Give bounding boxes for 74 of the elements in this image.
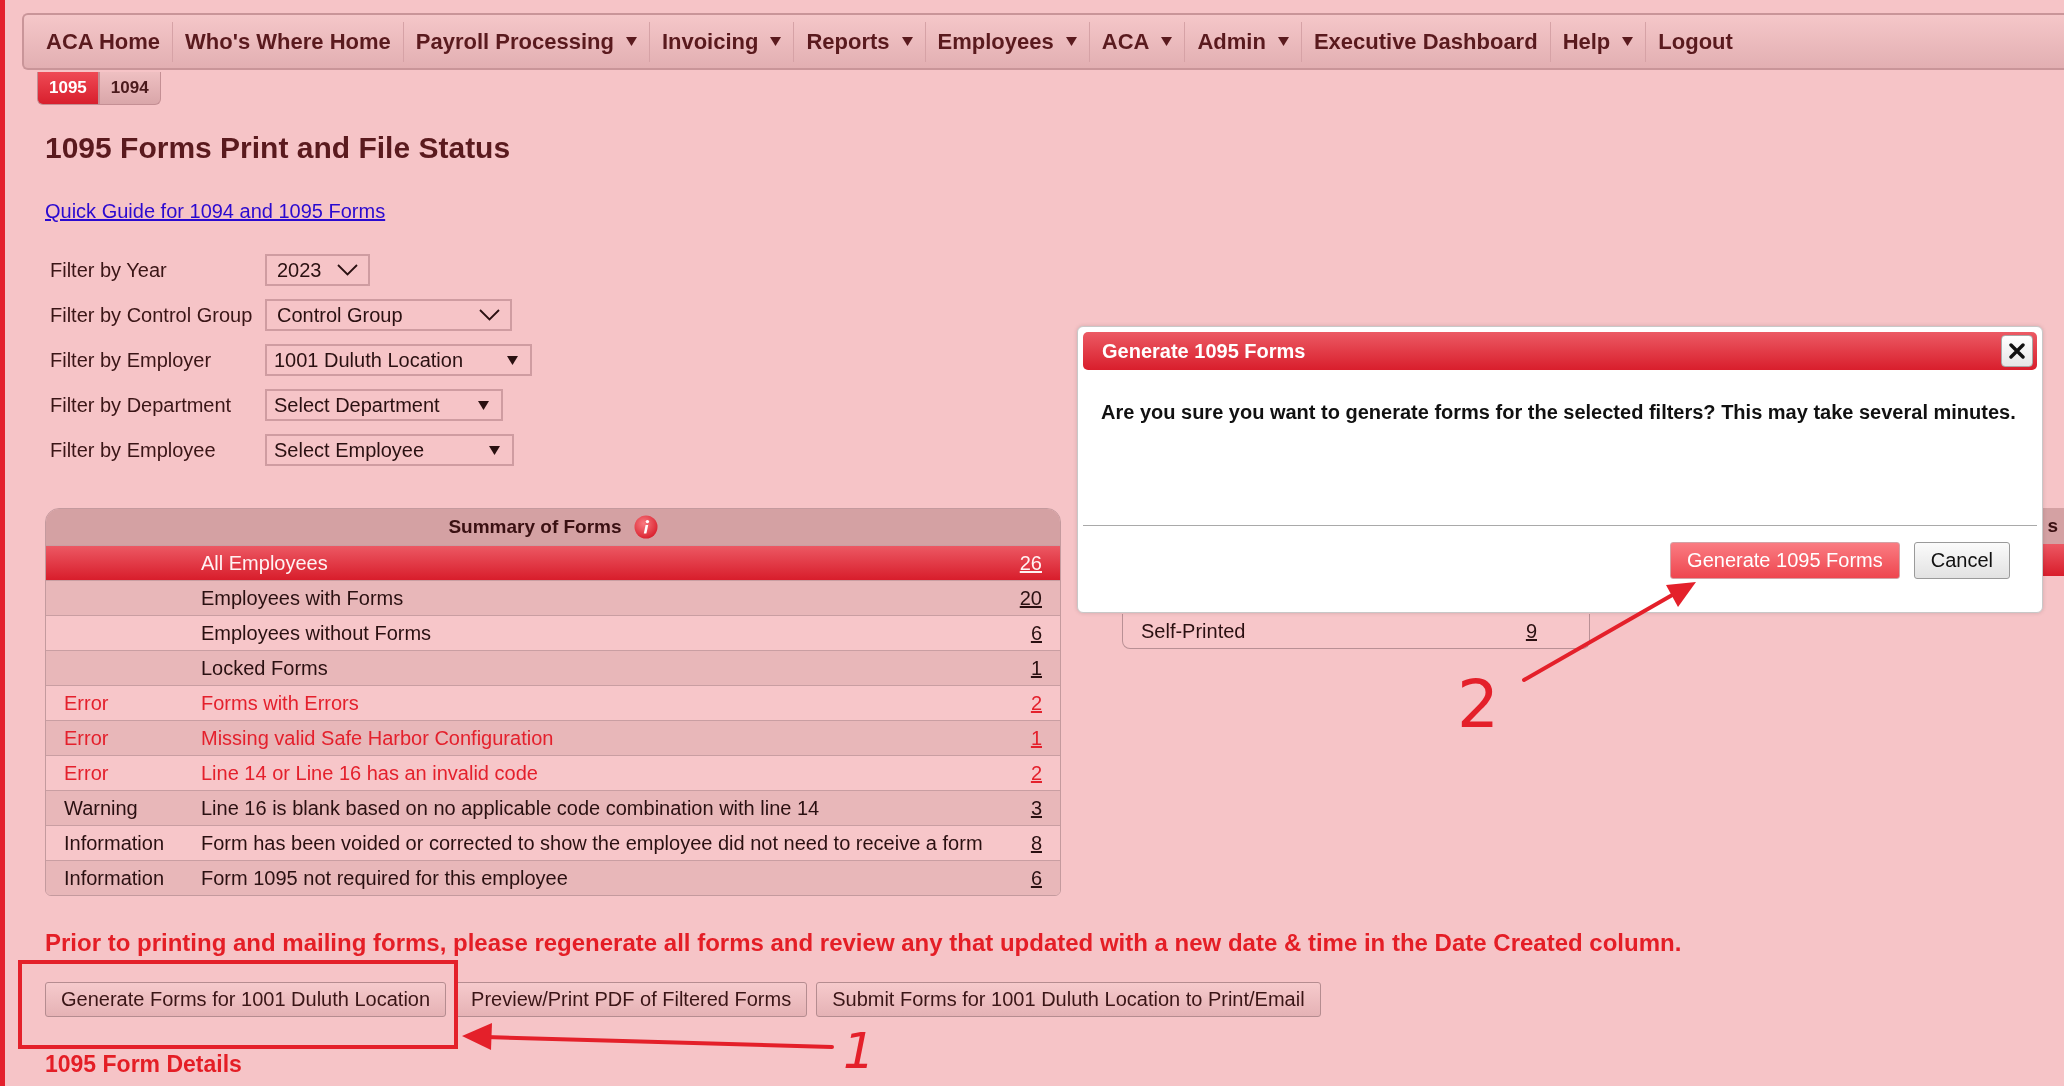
close-button[interactable] — [2001, 335, 2033, 367]
filter-select[interactable]: Select Department — [265, 389, 503, 421]
guide-link[interactable]: Quick Guide for 1094 and 1095 Forms — [45, 200, 386, 223]
caret-icon — [478, 400, 489, 410]
form-tab[interactable]: 1095 — [37, 72, 99, 105]
cancel-button[interactable]: Cancel — [1913, 542, 2010, 579]
row-category: Information — [64, 831, 166, 855]
row-label: Employees with Forms — [201, 586, 405, 610]
form-tab[interactable]: 1094 — [98, 72, 161, 105]
caret-icon — [489, 445, 500, 455]
menu-item[interactable]: Who's Where Home — [172, 21, 403, 62]
count-link[interactable]: 1 — [1030, 656, 1042, 680]
menu-item[interactable]: Help — [1549, 21, 1646, 62]
annotation-number: 1 — [843, 1026, 875, 1076]
selected-summary-row[interactable]: All Employees 26 — [46, 545, 1060, 580]
chevron-down-icon — [337, 264, 358, 276]
menu-item[interactable]: Invoicing — [648, 21, 794, 62]
dialog-title: Generate 1095 Forms — [1102, 339, 1306, 363]
filter-select[interactable]: Select Employee — [265, 434, 514, 466]
row-label: All Employees — [201, 551, 329, 575]
row-label: Line 14 or Line 16 has an invalid code — [201, 761, 539, 785]
filter-label: Filter by Year — [49, 258, 168, 282]
chevron-down-icon — [479, 309, 500, 321]
menu-item[interactable]: Payroll Processing — [402, 21, 649, 62]
filter-select[interactable]: 1001 Duluth Location — [265, 344, 532, 376]
count-link[interactable]: 20 — [1019, 586, 1042, 610]
dialog-message: Are you sure you want to generate forms for the selected filters? This may take several minutes. — [1101, 401, 2016, 424]
row-category: Error — [64, 761, 110, 785]
row-category: Error — [64, 726, 110, 750]
menu-item[interactable]: ACA Home — [34, 21, 173, 62]
row-label: Employees without Forms — [201, 621, 433, 645]
menu-item[interactable]: Logout — [1645, 21, 1745, 62]
count-link[interactable]: 26 — [1019, 551, 1042, 575]
action-button[interactable]: Submit Forms for 1001 Duluth Location to Print/Email — [816, 982, 1321, 1017]
summary-row[interactable]: Locked Forms 1 — [46, 650, 1060, 685]
close-icon — [2009, 343, 2025, 359]
menu-item[interactable]: Admin — [1184, 21, 1301, 62]
row-label: Form has been voided or corrected to show the employee did not need to receive a form — [201, 831, 984, 855]
summary-row[interactable]: Employees with Forms 20 — [46, 580, 1060, 615]
filter-label: Filter by Department — [49, 393, 233, 417]
summary-row[interactable]: Information Form 1095 not required for this employee 6 — [46, 860, 1060, 895]
info-icon — [633, 515, 658, 539]
panel-title: Summary of Forms — [448, 516, 622, 538]
row-label: Forms with Errors — [201, 691, 360, 715]
row-category: Error — [64, 691, 110, 715]
menu-item[interactable]: Employees — [924, 21, 1089, 62]
annotation-number: 2 — [1457, 672, 1499, 738]
filter-label: Filter by Control Group — [49, 303, 254, 327]
row-label: Line 16 is blank based on no applicable code combination with line 14 — [201, 796, 821, 820]
menu-item[interactable]: ACA — [1088, 21, 1185, 62]
filter-label: Filter by Employer — [49, 348, 213, 372]
action-button[interactable]: Preview/Print PDF of Filtered Forms — [455, 982, 808, 1017]
section-title: 1095 Form Details — [45, 1050, 242, 1078]
row-category: Information — [64, 866, 166, 890]
count-link[interactable]: 3 — [1030, 796, 1042, 820]
count-link[interactable]: 9 — [1525, 619, 1537, 643]
row-label: Missing valid Safe Harbor Configuration — [201, 726, 555, 750]
filter-label: Filter by Employee — [49, 438, 217, 462]
menu-item[interactable]: Executive Dashboard — [1300, 21, 1550, 62]
row-category: Warning — [64, 796, 139, 820]
count-link[interactable]: 6 — [1030, 621, 1042, 645]
row-label: Locked Forms — [201, 656, 329, 680]
menu-item[interactable]: Reports — [793, 21, 925, 62]
caret-icon — [507, 355, 518, 365]
summary-row[interactable]: Warning Line 16 is blank based on no applicable code combination with line 14 3 — [46, 790, 1060, 825]
warning-notice: Prior to printing and mailing forms, please regenerate all forms and review any that updated with a new date & time in the Date Created column. — [45, 929, 1682, 957]
row-label: Form 1095 not required for this employee — [201, 866, 569, 890]
row-label: Self-Printed — [1141, 619, 1246, 643]
count-link[interactable]: 6 — [1030, 866, 1042, 890]
filter-select[interactable]: Control Group — [265, 299, 512, 331]
page-title: 1095 Forms Print and File Status — [45, 130, 511, 165]
count-link[interactable]: 8 — [1030, 831, 1042, 855]
action-button[interactable]: Generate Forms for 1001 Duluth Location — [45, 982, 447, 1017]
filter-select[interactable]: 2023 — [265, 254, 370, 286]
